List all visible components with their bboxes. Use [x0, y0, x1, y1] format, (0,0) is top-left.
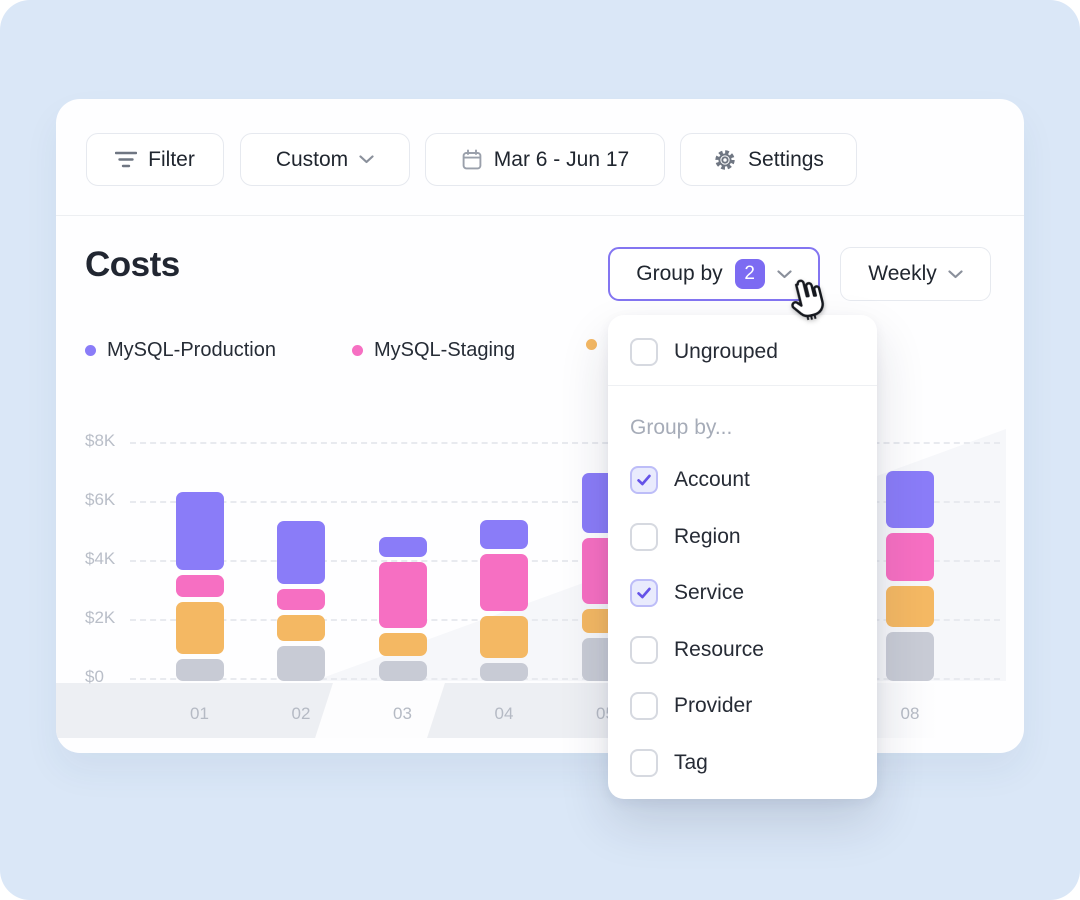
bar-segment[interactable] [176, 575, 224, 597]
menu-option-label: Provider [674, 694, 752, 718]
bar-segment[interactable] [176, 659, 224, 681]
menu-option-label: Tag [674, 751, 708, 775]
screenshot-root: Filter Custom Mar 6 - Jun 17 [0, 0, 1080, 900]
menu-option-label: Resource [674, 638, 764, 662]
resource-checkbox[interactable] [630, 636, 658, 664]
bar-segment[interactable] [176, 492, 224, 570]
bar-segment[interactable] [277, 646, 325, 681]
bar-segment[interactable] [176, 602, 224, 654]
menu-section-label: Group by... [630, 416, 855, 442]
x-axis-tick: 08 [880, 704, 940, 724]
bar-segment[interactable] [480, 616, 528, 658]
bar-segment[interactable] [480, 520, 528, 549]
bar-segment[interactable] [277, 615, 325, 641]
bar-segment[interactable] [886, 471, 934, 528]
menu-option-resource[interactable]: Resource [608, 622, 877, 679]
ungrouped-label: Ungrouped [674, 340, 778, 364]
region-checkbox[interactable] [630, 523, 658, 551]
menu-option-region[interactable]: Region [608, 509, 877, 566]
group-menu-options: Account Region Service Resource Provider Tag [608, 452, 877, 791]
check-icon [635, 584, 653, 602]
x-axis-tick: 04 [474, 704, 534, 724]
menu-option-label: Account [674, 468, 750, 492]
menu-option-tag[interactable]: Tag [608, 735, 877, 792]
bar-segment[interactable] [886, 632, 934, 681]
group-by-menu: Ungrouped Group by... Account Region Servi… [608, 315, 877, 799]
costs-card: Filter Custom Mar 6 - Jun 17 [56, 99, 1024, 753]
menu-option-account[interactable]: Account [608, 452, 877, 509]
y-axis-tick: $6K [85, 490, 145, 510]
provider-checkbox[interactable] [630, 692, 658, 720]
bar-segment[interactable] [379, 537, 427, 557]
bar-segment[interactable] [886, 533, 934, 581]
x-axis-tick: 01 [170, 704, 230, 724]
bar-segment[interactable] [886, 586, 934, 627]
menu-option-label: Region [674, 525, 741, 549]
chart-area: $0$2K$4K$6K$8K 0102030405060708 [56, 99, 1024, 753]
x-axis-tick: 03 [373, 704, 433, 724]
bar-segment[interactable] [480, 663, 528, 681]
menu-option-ungrouped[interactable]: Ungrouped [608, 329, 877, 375]
bar-segment[interactable] [277, 589, 325, 610]
bar-segment[interactable] [379, 661, 427, 681]
service-checkbox[interactable] [630, 579, 658, 607]
y-axis-tick: $0 [85, 667, 145, 687]
bar-segment[interactable] [379, 633, 427, 656]
y-axis-tick: $8K [85, 431, 145, 451]
account-checkbox[interactable] [630, 466, 658, 494]
menu-option-service[interactable]: Service [608, 565, 877, 622]
ungrouped-checkbox[interactable] [630, 338, 658, 366]
x-axis-tick: 02 [271, 704, 331, 724]
menu-option-label: Service [674, 581, 744, 605]
menu-option-provider[interactable]: Provider [608, 678, 877, 735]
page-background: Filter Custom Mar 6 - Jun 17 [0, 0, 1080, 900]
check-icon [635, 471, 653, 489]
y-axis-tick: $2K [85, 608, 145, 628]
bar-segment[interactable] [379, 562, 427, 628]
tag-checkbox[interactable] [630, 749, 658, 777]
menu-divider [608, 385, 877, 386]
bar-segment[interactable] [277, 521, 325, 584]
y-axis-tick: $4K [85, 549, 145, 569]
bar-segment[interactable] [480, 554, 528, 611]
